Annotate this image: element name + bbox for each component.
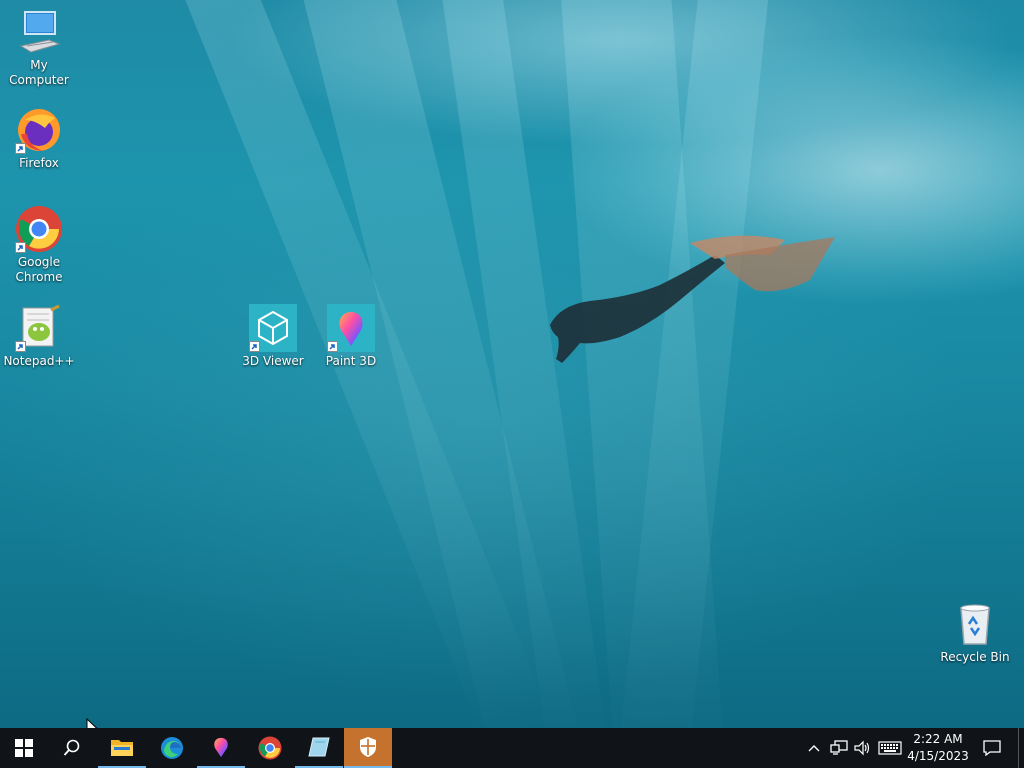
desktop-icon-3d-viewer[interactable]: 3D Viewer bbox=[234, 304, 312, 369]
network-icon bbox=[830, 740, 848, 755]
mouse-cursor-icon bbox=[86, 718, 98, 728]
edge-icon bbox=[161, 737, 183, 759]
taskbar-file-explorer[interactable] bbox=[98, 728, 146, 768]
recycle-bin-icon bbox=[951, 600, 999, 648]
paint-3d-icon bbox=[214, 737, 228, 758]
shortcut-arrow-icon bbox=[249, 341, 260, 352]
notepadpp-icon bbox=[15, 304, 63, 352]
3d-viewer-icon bbox=[249, 304, 297, 352]
search-button[interactable] bbox=[48, 728, 96, 768]
touch-keyboard-button[interactable] bbox=[876, 728, 904, 768]
shortcut-arrow-icon bbox=[327, 341, 338, 352]
action-center-button[interactable] bbox=[978, 728, 1006, 768]
shortcut-arrow-icon bbox=[15, 242, 26, 253]
snip-icon bbox=[308, 737, 330, 757]
clock-date: 4/15/2023 bbox=[907, 749, 969, 763]
desktop-wallpaper: My Computer Firefox Google Chrome Notepa… bbox=[0, 0, 1024, 728]
folder-icon bbox=[111, 740, 133, 756]
windows-logo-icon bbox=[15, 739, 33, 757]
desktop-icon-notepadpp[interactable]: Notepad++ bbox=[0, 304, 78, 369]
desktop-icon-label: My Computer bbox=[9, 58, 69, 87]
taskbar-clock[interactable]: 2:22 AM 4/15/2023 bbox=[902, 728, 974, 768]
desktop-icon-label: Recycle Bin bbox=[940, 650, 1010, 664]
taskbar: 2:22 AM 4/15/2023 bbox=[0, 728, 1024, 768]
taskbar-chrome[interactable] bbox=[246, 728, 294, 768]
shortcut-arrow-icon bbox=[15, 341, 26, 352]
paint-3d-icon bbox=[327, 304, 375, 352]
diver-silhouette bbox=[550, 235, 835, 363]
volume-button[interactable] bbox=[852, 728, 874, 768]
chevron-up-icon bbox=[808, 745, 820, 752]
taskbar-edge[interactable] bbox=[148, 728, 196, 768]
desktop-icon-label: Firefox bbox=[19, 156, 59, 170]
keyboard-icon bbox=[878, 741, 902, 755]
search-icon bbox=[63, 739, 80, 756]
taskbar-security[interactable] bbox=[344, 728, 392, 768]
desktop-icon-label: 3D Viewer bbox=[242, 354, 304, 368]
desktop-icon-paint-3d[interactable]: Paint 3D bbox=[312, 304, 390, 369]
chrome-icon bbox=[15, 205, 63, 253]
action-center-icon bbox=[983, 740, 1001, 756]
shortcut-arrow-icon bbox=[15, 143, 26, 154]
computer-icon bbox=[15, 8, 63, 56]
show-desktop-button[interactable] bbox=[1018, 728, 1019, 768]
chrome-icon bbox=[258, 736, 282, 760]
desktop-icon-recycle-bin[interactable]: Recycle Bin bbox=[936, 600, 1014, 665]
volume-icon bbox=[854, 740, 870, 756]
start-button[interactable] bbox=[0, 728, 48, 768]
desktop-icon-firefox[interactable]: Firefox bbox=[0, 106, 78, 171]
taskbar-snip[interactable] bbox=[295, 728, 343, 768]
shield-icon bbox=[360, 737, 376, 757]
desktop-icon-label: Notepad++ bbox=[3, 354, 75, 368]
firefox-icon bbox=[15, 106, 63, 154]
desktop-icon-google-chrome[interactable]: Google Chrome bbox=[0, 205, 78, 285]
desktop-icon-label: Google Chrome bbox=[15, 255, 63, 284]
taskbar-paint-3d[interactable] bbox=[197, 728, 245, 768]
show-hidden-icons-button[interactable] bbox=[804, 728, 824, 768]
desktop-icon-my-computer[interactable]: My Computer bbox=[0, 8, 78, 88]
clock-time: 2:22 AM bbox=[913, 732, 963, 746]
network-button[interactable] bbox=[828, 728, 850, 768]
desktop-icon-label: Paint 3D bbox=[325, 354, 377, 368]
